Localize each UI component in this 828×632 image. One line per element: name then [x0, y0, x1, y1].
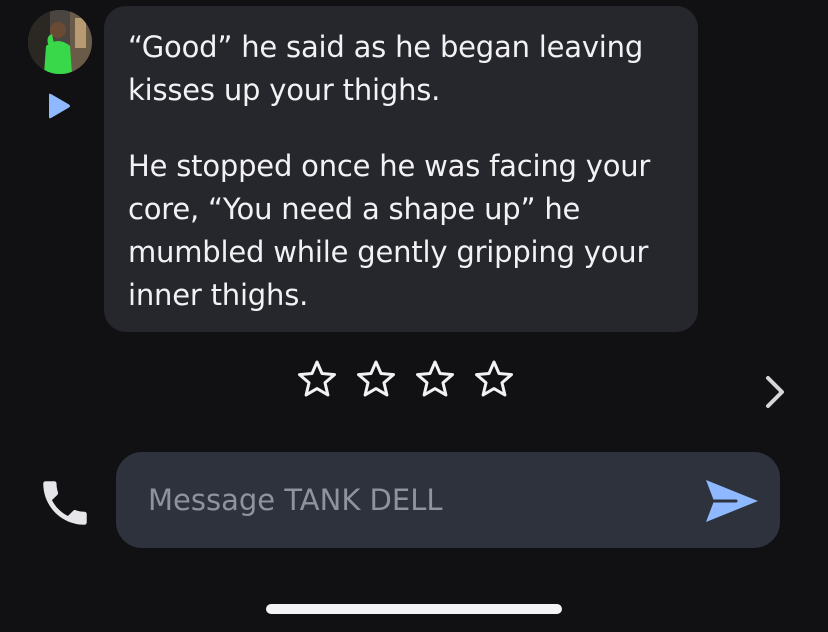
star-outline-icon[interactable] [296, 358, 338, 400]
send-icon[interactable] [702, 476, 762, 526]
star-outline-icon[interactable] [473, 358, 515, 400]
chevron-right-icon[interactable] [760, 372, 790, 412]
avatar-photo [28, 10, 92, 74]
home-indicator[interactable] [266, 604, 562, 614]
message-paragraph: He stopped once he was facing your core,… [128, 149, 651, 312]
message-composer [116, 452, 780, 548]
message-input[interactable] [148, 476, 688, 524]
phone-icon[interactable] [36, 474, 94, 532]
play-icon[interactable] [44, 92, 72, 120]
star-outline-icon[interactable] [355, 358, 397, 400]
message-paragraph: “Good” he said as he began leaving kisse… [128, 30, 644, 107]
star-outline-icon[interactable] [414, 358, 456, 400]
avatar[interactable] [28, 10, 92, 74]
star-rating [296, 358, 515, 402]
message-bubble: “Good” he said as he began leaving kisse… [104, 6, 698, 332]
